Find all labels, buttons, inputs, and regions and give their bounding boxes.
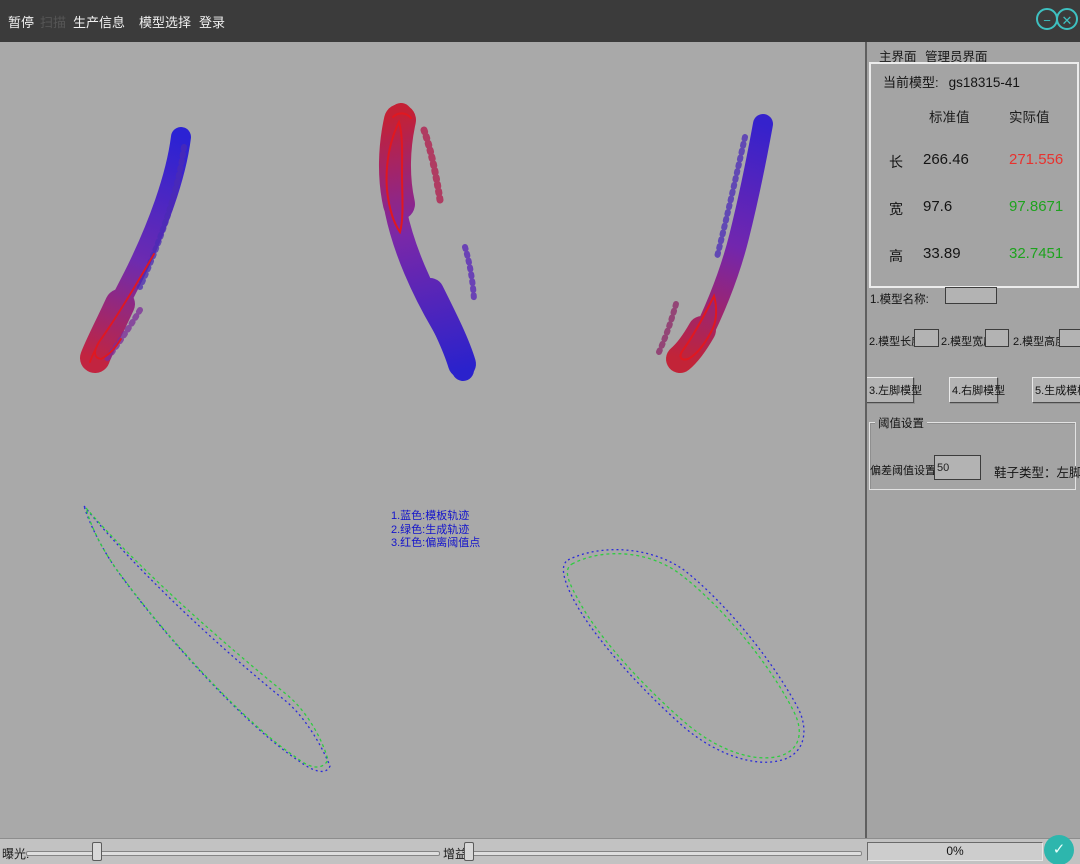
- row-length-label: 长: [889, 152, 903, 172]
- row-length-actual: 271.556: [1009, 151, 1063, 168]
- deviation-threshold-label: 偏差阈值设置: [870, 462, 936, 478]
- model-height-input[interactable]: [1059, 329, 1080, 347]
- status-check-icon[interactable]: ✓: [1044, 835, 1074, 864]
- color-legend: 1.蓝色:模板轨迹 2.绿色:生成轨迹 3.红色:偏离阈值点: [391, 510, 480, 551]
- row-width-standard: 97.6: [923, 198, 952, 215]
- right-foot-model-button[interactable]: 4.右脚模型: [949, 377, 998, 403]
- shoe-type-label: 鞋子类型：左脚: [994, 462, 1080, 481]
- exposure-slider-thumb[interactable]: [92, 842, 102, 861]
- row-height-actual: 32.7451: [1009, 245, 1063, 262]
- legend-line-blue: 1.蓝色:模板轨迹: [391, 510, 480, 524]
- point-cloud-middle: [387, 113, 474, 370]
- close-icon[interactable]: ✕: [1056, 8, 1078, 30]
- point-cloud-drawing: [0, 42, 865, 838]
- left-foot-model-button[interactable]: 3.左脚模型: [866, 377, 914, 403]
- legend-line-red: 3.红色:偏离阈值点: [391, 537, 480, 551]
- current-model-label: 当前模型:: [883, 75, 939, 90]
- threshold-groupbox: 阈值设置 偏差阈值设置 鞋子类型：左脚: [869, 422, 1076, 490]
- control-panel: 主界面 管理员界面 当前模型:gs18315-41 标准值 实际值 长 266.…: [865, 42, 1080, 838]
- col-header-actual: 实际值: [1009, 106, 1050, 126]
- current-model-value: gs18315-41: [949, 75, 1020, 90]
- menu-item-production[interactable]: 生产信息: [73, 12, 125, 31]
- row-width-label: 宽: [889, 199, 903, 219]
- contour-right: [563, 550, 804, 763]
- model-width-input[interactable]: [985, 329, 1009, 347]
- point-cloud-right: [659, 124, 763, 360]
- threshold-group-title: 阈值设置: [875, 415, 927, 431]
- exposure-slider-track[interactable]: [26, 851, 440, 856]
- menu-bar: 暂停 扫描 生产信息 模型选择 登录 − ✕: [0, 0, 1080, 43]
- col-header-standard: 标准值: [929, 106, 970, 126]
- contour-left: [84, 506, 330, 771]
- gain-slider-thumb[interactable]: [464, 842, 474, 861]
- row-height-standard: 33.89: [923, 245, 961, 262]
- deviation-threshold-input[interactable]: [934, 455, 981, 480]
- current-model-row: 当前模型: gs18315-41: [883, 72, 1020, 91]
- model-name-label: 1.模型名称:: [870, 291, 929, 307]
- menu-item-scan: 扫描: [40, 12, 66, 31]
- model-info-frame: 当前模型: gs18315-41 标准值 实际值 长 266.46 271.556…: [869, 62, 1079, 288]
- row-length-standard: 266.46: [923, 151, 969, 168]
- generate-template-button[interactable]: 5.生成模板: [1032, 377, 1080, 403]
- menu-item-login[interactable]: 登录: [199, 12, 225, 31]
- menu-item-pause[interactable]: 暂停: [8, 12, 34, 31]
- model-name-input[interactable]: [945, 287, 997, 304]
- progress-bar: 0%: [867, 842, 1043, 861]
- point-cloud-left: [90, 137, 184, 362]
- bottom-bar: 曝光: 增益: 0% ✓: [0, 838, 1080, 864]
- minimize-icon[interactable]: −: [1036, 8, 1058, 30]
- viewport-canvas[interactable]: 1.蓝色:模板轨迹 2.绿色:生成轨迹 3.红色:偏离阈值点: [0, 42, 865, 838]
- row-width-actual: 97.8671: [1009, 198, 1063, 215]
- row-height-label: 高: [889, 246, 903, 266]
- gain-slider-track[interactable]: [468, 851, 862, 856]
- menu-item-model-select[interactable]: 模型选择: [139, 12, 191, 31]
- legend-line-green: 2.绿色:生成轨迹: [391, 524, 480, 538]
- model-length-input[interactable]: [914, 329, 939, 347]
- application-window: 暂停 扫描 生产信息 模型选择 登录 − ✕: [0, 0, 1080, 864]
